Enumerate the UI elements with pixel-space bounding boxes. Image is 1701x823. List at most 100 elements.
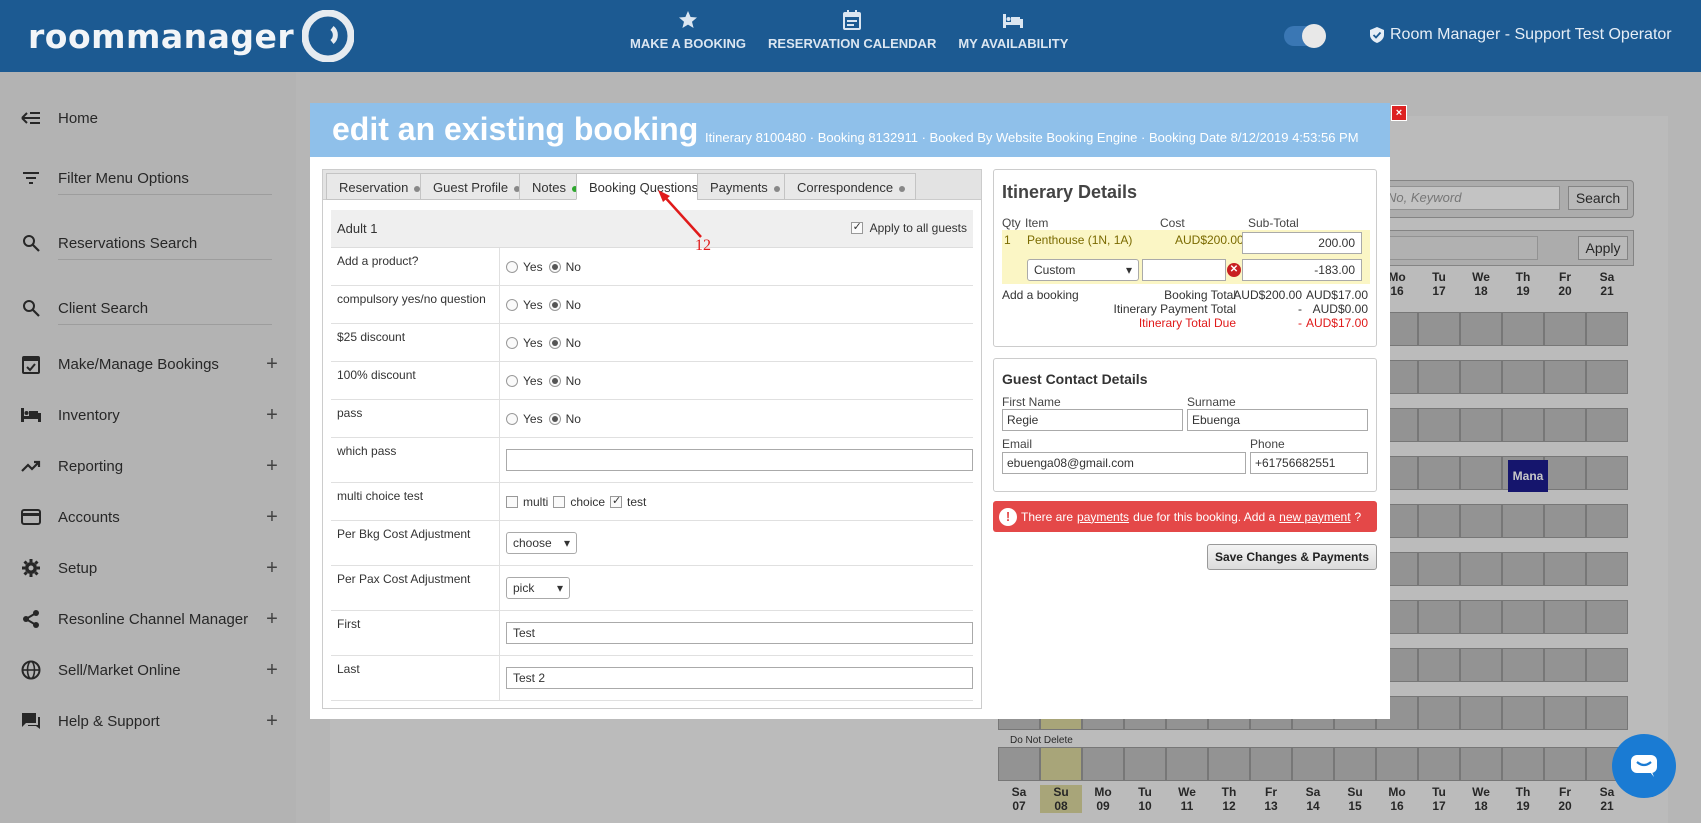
first-name-input[interactable]: Regie: [1002, 409, 1183, 431]
test-checkbox[interactable]: [610, 494, 623, 508]
modal-title: edit an existing booking: [332, 111, 699, 147]
adjustment-type-select[interactable]: Custom ▾: [1027, 259, 1139, 281]
nav-reservation-calendar[interactable]: RESERVATION CALENDAR: [768, 10, 936, 51]
no-label: No: [565, 297, 581, 312]
tab-guest-profile[interactable]: Guest Profile: [420, 173, 532, 200]
select-value: choose: [513, 536, 552, 550]
apply-to-all-guests[interactable]: Apply to all guests: [848, 220, 967, 235]
calendar-icon: [843, 10, 862, 30]
email-input[interactable]: ebuenga08@gmail.com: [1002, 452, 1246, 474]
phone-label: Phone: [1250, 437, 1285, 451]
tab-correspondence[interactable]: Correspondence: [784, 173, 917, 200]
guest-label: Adult 1: [337, 221, 378, 236]
itinerary-title: Itinerary Details: [1002, 182, 1138, 202]
logo[interactable]: roommanager: [28, 10, 355, 62]
line-subtotal-input[interactable]: 200.00: [1242, 232, 1362, 254]
yes-label: Yes: [523, 411, 543, 426]
tab-label: Guest Profile: [433, 180, 509, 195]
top-nav: MAKE A BOOKING RESERVATION CALENDAR MY A…: [630, 10, 1068, 51]
itinerary-details-panel: Itinerary Details Qty Item Cost Sub-Tota…: [993, 169, 1377, 347]
booking-total-value: AUD$17.00: [1305, 288, 1368, 302]
annotation-number: 12: [695, 237, 711, 254]
modal-close-button[interactable]: ×: [1391, 105, 1407, 121]
apply-all-label: Apply to all guests: [869, 221, 967, 235]
email-label: Email: [1002, 437, 1033, 451]
answer-cell: Yes No: [499, 248, 581, 285]
line-item[interactable]: Penthouse (1N, 1A): [1027, 233, 1132, 247]
tab-label: Payments: [710, 180, 768, 195]
question-row: which pass: [331, 438, 973, 483]
answer-cell: pick ▾: [499, 566, 570, 610]
question-row: compulsory yes/no question Yes No: [331, 286, 973, 324]
yes-radio[interactable]: [506, 336, 518, 349]
nav-label: MY AVAILABILITY: [958, 36, 1069, 51]
remove-adjustment-icon[interactable]: ✕: [1227, 263, 1241, 277]
adjustment-amount-input[interactable]: [1142, 259, 1226, 281]
total-due-value: AUD$17.00: [1305, 316, 1368, 330]
apply-all-checkbox[interactable]: [850, 220, 863, 234]
booking-total-label: Booking Total: [1164, 288, 1236, 302]
tab-payments[interactable]: Payments: [697, 173, 791, 200]
question-label: Per Bkg Cost Adjustment: [337, 527, 471, 541]
surname-input[interactable]: Ebuenga: [1187, 409, 1368, 431]
operator-menu[interactable]: Room Manager - Support Test Operator: [1370, 26, 1672, 44]
question-row: 100% discount Yes No: [331, 362, 973, 400]
multi-checkbox[interactable]: [506, 495, 518, 508]
yes-label: Yes: [523, 297, 543, 312]
which-pass-input[interactable]: [506, 449, 973, 471]
question-label: Last: [337, 662, 360, 676]
add-a-booking-link[interactable]: Add a booking: [1002, 288, 1079, 302]
bed-icon: [1003, 14, 1024, 28]
yes-radio[interactable]: [506, 374, 518, 387]
new-payment-link[interactable]: new payment: [1279, 510, 1350, 524]
status-dot-icon: [773, 185, 780, 192]
chat-launcher-button[interactable]: [1612, 734, 1676, 798]
nav-my-availability[interactable]: MY AVAILABILITY: [958, 10, 1068, 51]
alert-text-post: ?: [1354, 509, 1362, 524]
payment-total-label: Itinerary Payment Total: [1113, 302, 1236, 316]
per-bkg-cost-select[interactable]: choose ▾: [506, 532, 577, 554]
option-label: test: [627, 494, 647, 509]
nav-make-a-booking[interactable]: MAKE A BOOKING: [630, 10, 746, 51]
no-radio[interactable]: [548, 336, 561, 349]
answer-cell: multi choice test: [499, 483, 646, 520]
tab-reservation[interactable]: Reservation: [326, 173, 432, 200]
select-value: Custom: [1034, 263, 1076, 277]
theme-toggle[interactable]: [1284, 24, 1326, 48]
payments-link[interactable]: payments: [1077, 510, 1129, 524]
yes-radio[interactable]: [506, 298, 518, 311]
yes-radio[interactable]: [506, 412, 518, 425]
caret-down-icon: ▾: [1125, 263, 1132, 277]
save-changes-payments-button[interactable]: Save Changes & Payments: [1207, 544, 1377, 570]
question-row: Per Bkg Cost Adjustment choose ▾: [331, 521, 973, 566]
chat-bubble-icon: [1631, 755, 1657, 777]
line-qty: 1: [1004, 233, 1011, 247]
no-radio[interactable]: [548, 412, 561, 425]
no-radio[interactable]: [548, 298, 561, 311]
tab-label: Correspondence: [797, 180, 894, 195]
shield-check-icon: [1370, 27, 1384, 43]
question-label: First: [337, 617, 361, 631]
phone-input[interactable]: +61756682551: [1250, 452, 1368, 474]
logo-text: roommanager: [28, 16, 295, 56]
tab-label: Reservation: [339, 180, 409, 195]
option-label: multi: [523, 494, 549, 509]
choice-checkbox[interactable]: [553, 495, 566, 508]
tab-label: Notes: [532, 180, 566, 195]
adjustment-subtotal-input[interactable]: -183.00: [1242, 259, 1362, 281]
booking-questions-table: Adult 1 Apply to all guests Add a produc…: [331, 210, 973, 701]
no-radio[interactable]: [548, 260, 561, 273]
yes-radio[interactable]: [506, 260, 518, 273]
modal-header: edit an existing booking Itinerary 81004…: [310, 103, 1390, 157]
booking-total-pre: AUD$200.00: [1233, 288, 1302, 302]
question-label: $25 discount: [337, 330, 406, 344]
line-cost: AUD$200.00: [1175, 233, 1244, 247]
last-input[interactable]: Test 2: [506, 667, 973, 689]
per-pax-cost-select[interactable]: pick ▾: [506, 577, 570, 599]
booking-meta: Itinerary 8100480 · Booking 8132911 · Bo…: [705, 130, 1359, 145]
question-label: 100% discount: [337, 368, 416, 382]
col-header-subtotal: Sub-Total: [1248, 216, 1299, 230]
first-input[interactable]: Test: [506, 622, 973, 644]
no-radio[interactable]: [548, 374, 561, 387]
question-label: multi choice test: [337, 489, 424, 503]
